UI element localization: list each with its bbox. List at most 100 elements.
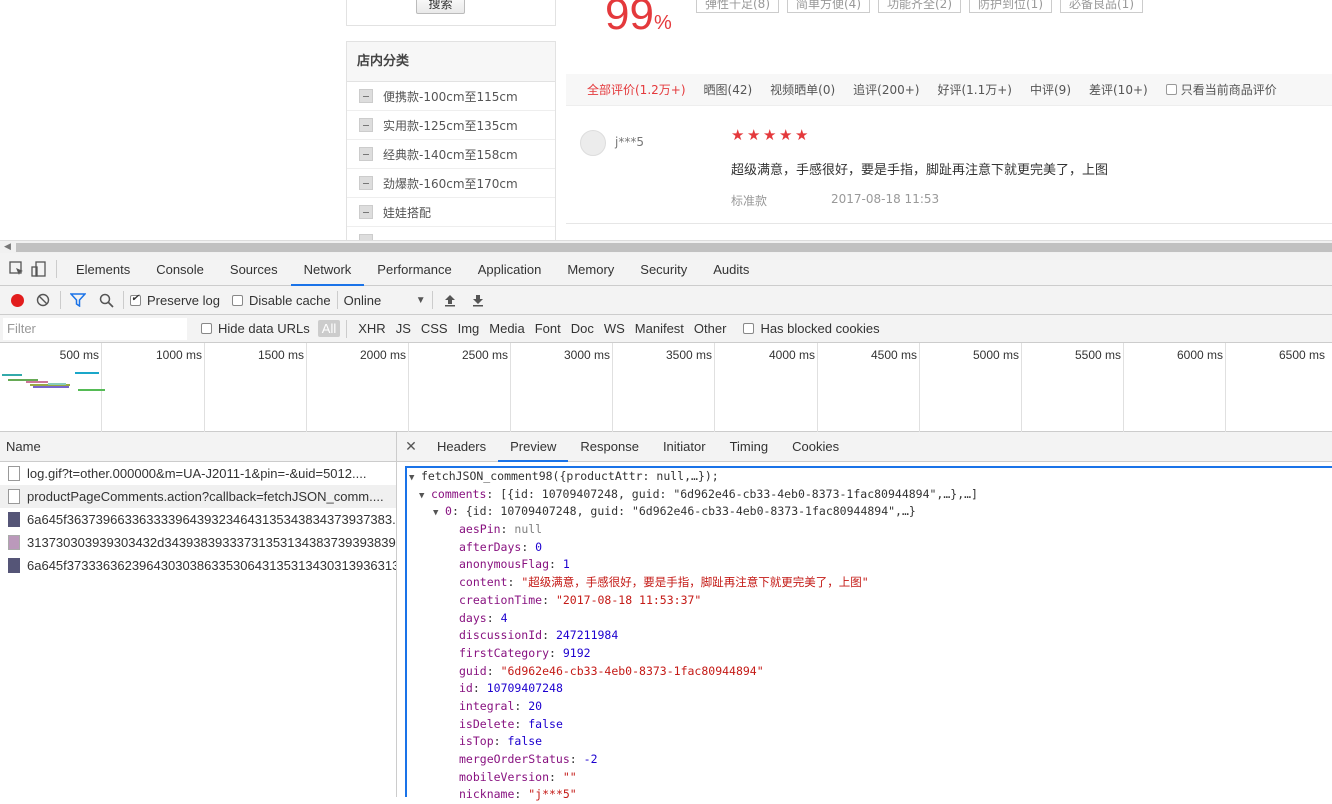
request-name[interactable]: 6a645f3637396633633339643932346431353438… [27, 512, 396, 527]
checkbox[interactable] [1165, 84, 1177, 95]
review-tab-good[interactable]: 好评(1.1万+) [937, 81, 1012, 98]
request-name[interactable]: 6a645f3733363623964303038633530643135313… [27, 558, 396, 573]
json-field-line[interactable]: days: 4 [409, 610, 1332, 628]
inspect-element-icon[interactable] [6, 258, 28, 280]
review-tab-medium[interactable]: 中评(9) [1030, 81, 1071, 98]
category-label[interactable]: 劲爆款-160cm至170cm [383, 175, 518, 192]
tab-network[interactable]: Network [290, 253, 365, 286]
category-item[interactable]: 娃娃搭配 [347, 198, 555, 227]
filter-type-all[interactable]: All [317, 320, 341, 337]
hide-data-urls-toggle[interactable]: Hide data URLs [201, 321, 310, 336]
json-comments-line[interactable]: ▼ comments: [{id: 10709407248, guid: "6d9… [409, 486, 1332, 504]
category-item[interactable]: 实用款-125cm至135cm [347, 111, 555, 140]
disable-cache-toggle[interactable]: Disable cache [231, 293, 331, 308]
throttle-select[interactable]: Online ▼ [344, 293, 426, 308]
tab-console[interactable]: Console [143, 253, 217, 286]
review-tab-all[interactable]: 全部评价(1.2万+) [587, 81, 686, 98]
review-tab-followup[interactable]: 追评(200+) [853, 81, 919, 98]
checkbox[interactable] [130, 293, 141, 306]
json-field-line[interactable]: integral: 20 [409, 698, 1332, 716]
review-tab-bad[interactable]: 差评(10+) [1089, 81, 1148, 98]
review-tab-photos[interactable]: 晒图(42) [704, 81, 753, 98]
request-row[interactable]: productPageComments.action?callback=fetc… [0, 485, 396, 508]
checkbox[interactable] [201, 323, 212, 334]
category-label[interactable]: 娃娃搭配 [383, 204, 431, 221]
collapse-icon[interactable] [359, 176, 373, 190]
request-row[interactable]: 313730303939303432d343938393337313531343… [0, 531, 396, 554]
json-field-line[interactable]: isTop: false [409, 733, 1332, 751]
export-har-icon[interactable] [467, 289, 489, 311]
filter-type-manifest[interactable]: Manifest [630, 321, 689, 336]
tab-audits[interactable]: Audits [700, 253, 762, 286]
blocked-cookies-toggle[interactable]: Has blocked cookies [743, 321, 880, 336]
close-icon[interactable]: ✕ [397, 438, 425, 455]
json-field-line[interactable]: discussionId: 247211984 [409, 627, 1332, 645]
json-field-line[interactable]: nickname: "j***5" [409, 786, 1332, 804]
filter-type-ws[interactable]: WS [599, 321, 630, 336]
search-icon[interactable] [95, 289, 117, 311]
scroll-left-icon[interactable]: ◀ [4, 242, 11, 252]
review-tag[interactable]: 功能齐全(2) [878, 0, 961, 13]
collapse-icon[interactable] [359, 147, 373, 161]
network-overview-timeline[interactable]: 500 ms 1000 ms 1500 ms 2000 ms 2500 ms 3… [0, 343, 1332, 432]
record-icon[interactable] [6, 289, 28, 311]
category-item[interactable]: 便携款-100cm至115cm [347, 82, 555, 111]
request-row[interactable]: 6a645f3733363623964303038633530643135313… [0, 554, 396, 577]
tab-preview[interactable]: Preview [498, 432, 569, 462]
filter-type-js[interactable]: JS [391, 321, 416, 336]
tab-application[interactable]: Application [465, 253, 555, 286]
json-field-line[interactable]: id: 10709407248 [409, 680, 1332, 698]
json-field-line[interactable]: afterDays: 0 [409, 539, 1332, 557]
json-field-line[interactable]: firstCategory: 9192 [409, 645, 1332, 663]
review-tag[interactable]: 弹性十足(8) [696, 0, 779, 13]
tab-timing[interactable]: Timing [718, 432, 781, 462]
preserve-log-toggle[interactable]: Preserve log [130, 293, 220, 308]
tab-initiator[interactable]: Initiator [651, 432, 718, 462]
filter-type-media[interactable]: Media [484, 321, 529, 336]
collapse-icon[interactable] [359, 89, 373, 103]
review-tag[interactable]: 防护到位(1) [969, 0, 1052, 13]
tab-security[interactable]: Security [627, 253, 700, 286]
json-field-line[interactable]: anonymousFlag: 1 [409, 556, 1332, 574]
json-item-line[interactable]: ▼ 0: {id: 10709407248, guid: "6d962e46-cb… [409, 503, 1332, 521]
filter-type-css[interactable]: CSS [416, 321, 453, 336]
tab-memory[interactable]: Memory [554, 253, 627, 286]
import-har-icon[interactable] [439, 289, 461, 311]
json-field-line[interactable]: guid: "6d962e46-cb33-4eb0-8373-1fac80944… [409, 663, 1332, 681]
review-tag[interactable]: 必备良品(1) [1060, 0, 1143, 13]
tab-cookies[interactable]: Cookies [780, 432, 851, 462]
category-label[interactable]: 便携款-100cm至115cm [383, 88, 518, 105]
only-current-toggle[interactable]: 只看当前商品评价 [1165, 81, 1295, 98]
filter-type-xhr[interactable]: XHR [353, 321, 390, 336]
filter-type-other[interactable]: Other [689, 321, 732, 336]
filter-input[interactable]: Filter [3, 317, 187, 340]
category-label[interactable]: 经典款-140cm至158cm [383, 146, 518, 163]
name-column-header[interactable]: Name [0, 432, 396, 462]
request-name[interactable]: log.gif?t=other.000000&m=UA-J2011-1&pin=… [27, 466, 366, 481]
json-field-line[interactable]: aesPin: null [409, 521, 1332, 539]
tab-headers[interactable]: Headers [425, 432, 498, 462]
json-root-line[interactable]: ▼ fetchJSON_comment98({productAttr: null,… [409, 468, 1332, 486]
checkbox[interactable] [231, 294, 243, 306]
request-name[interactable]: 313730303939303432d343938393337313531343… [27, 535, 396, 550]
tab-response[interactable]: Response [568, 432, 651, 462]
category-item[interactable]: ... [347, 227, 555, 240]
collapse-icon[interactable] [359, 118, 373, 132]
request-row[interactable]: 6a645f3637396633633339643932346431353438… [0, 508, 396, 531]
collapse-icon[interactable] [359, 205, 373, 219]
tab-performance[interactable]: Performance [364, 253, 464, 286]
request-name[interactable]: productPageComments.action?callback=fetc… [27, 489, 384, 504]
horizontal-scrollbar[interactable]: ◀ [0, 240, 1332, 253]
filter-type-doc[interactable]: Doc [566, 321, 599, 336]
json-field-line[interactable]: mergeOrderStatus: -2 [409, 751, 1332, 769]
category-label[interactable]: 实用款-125cm至135cm [383, 117, 518, 134]
checkbox[interactable] [743, 323, 755, 334]
json-field-line[interactable]: content: "超级满意，手感很好，要是手指，脚趾再注意下就更完美了，上图" [409, 574, 1332, 592]
search-button[interactable]: 搜索 [416, 0, 465, 14]
clear-icon[interactable] [32, 289, 54, 311]
request-row[interactable]: log.gif?t=other.000000&m=UA-J2011-1&pin=… [0, 462, 396, 485]
filter-type-img[interactable]: Img [453, 321, 485, 336]
category-item[interactable]: 经典款-140cm至158cm [347, 140, 555, 169]
filter-icon[interactable] [67, 289, 89, 311]
tab-sources[interactable]: Sources [217, 253, 291, 286]
